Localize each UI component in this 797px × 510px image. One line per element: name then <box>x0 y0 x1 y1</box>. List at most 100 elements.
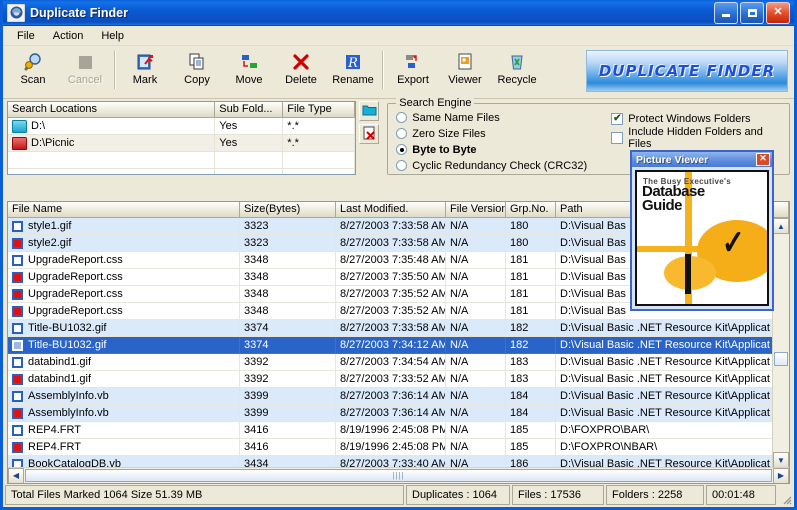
file-name: style1.gif <box>28 220 71 232</box>
toolbar-button-mark[interactable]: Mark <box>119 49 171 86</box>
title-bar: Duplicate Finder ✕ <box>3 0 794 26</box>
checkbox-label: Protect Windows Folders <box>628 113 750 125</box>
file-path: D:\Visual Basic .NET Resource Kit\Applic… <box>556 337 789 354</box>
picture-viewer-window[interactable]: Picture Viewer ✕ ✓ The Busy Executive's … <box>630 150 774 311</box>
search-location-row[interactable]: D:\Picnic Yes *.* <box>8 135 355 152</box>
file-path: D:\FOXPRO\BAR\ <box>556 422 789 439</box>
checkbox-protect-windows-folders[interactable]: ✔ Protect Windows Folders <box>611 111 783 126</box>
file-group-no: 183 <box>506 371 556 388</box>
radio-icon <box>396 112 407 123</box>
toolbar-button-export[interactable]: Export <box>387 49 439 86</box>
column-header-file-type[interactable]: File Type <box>283 102 355 118</box>
mark-icon <box>135 51 155 73</box>
app-logo-text: DUPLICATE FINDER <box>599 62 775 80</box>
radio-same-name-files[interactable]: Same Name Files <box>396 110 611 125</box>
mark-checkbox[interactable] <box>12 391 23 402</box>
mark-checkbox[interactable] <box>12 408 23 419</box>
search-location-row-empty[interactable] <box>8 169 355 175</box>
toolbar-label-move: Move <box>236 74 263 86</box>
viewer-icon <box>455 51 475 73</box>
mark-checkbox[interactable] <box>12 323 23 334</box>
table-row[interactable]: databind1.gif33928/27/2003 7:33:52 AMN/A… <box>8 371 789 388</box>
mark-checkbox[interactable] <box>12 374 23 385</box>
column-header-size[interactable]: Size(Bytes) <box>240 202 336 218</box>
file-name: databind1.gif <box>28 356 91 368</box>
horizontal-scrollbar[interactable]: ◀ |||| ▶ <box>8 467 789 483</box>
picture-viewer-body: ✓ The Busy Executive's Database Guide <box>632 167 772 309</box>
column-header-search-locations[interactable]: Search Locations <box>8 102 215 118</box>
menu-item-file[interactable]: File <box>9 28 43 44</box>
radio-zero-size-files[interactable]: Zero Size Files <box>396 126 611 141</box>
scroll-left-button[interactable]: ◀ <box>8 468 24 484</box>
toolbar-label-recycle: Recycle <box>497 74 536 86</box>
table-row[interactable]: AssemblyInfo.vb33998/27/2003 7:36:14 AMN… <box>8 405 789 422</box>
mark-checkbox[interactable] <box>12 357 23 368</box>
file-group-no: 180 <box>506 218 556 235</box>
file-size: 3323 <box>240 235 336 252</box>
column-header-group-no[interactable]: Grp.No. <box>506 202 556 218</box>
radio-crc32[interactable]: Cyclic Redundancy Check (CRC32) <box>396 158 611 173</box>
vertical-scrollbar[interactable]: ▲ ▼ <box>772 218 789 468</box>
toolbar-button-scan[interactable]: Scan <box>7 49 59 86</box>
toolbar-button-copy[interactable]: Copy <box>171 49 223 86</box>
mark-checkbox[interactable] <box>12 306 23 317</box>
mark-checkbox[interactable] <box>12 442 23 453</box>
vertical-scroll-thumb[interactable] <box>774 352 788 366</box>
menu-item-action[interactable]: Action <box>45 28 92 44</box>
remove-folder-button[interactable] <box>359 124 379 144</box>
horizontal-scroll-thumb[interactable]: |||| <box>25 469 772 482</box>
close-button[interactable]: ✕ <box>766 2 790 24</box>
file-group-no: 182 <box>506 337 556 354</box>
table-row[interactable]: AssemblyInfo.vb33998/27/2003 7:36:14 AMN… <box>8 388 789 405</box>
table-row[interactable]: REP4.FRT34168/19/1996 2:45:08 PMN/A185D:… <box>8 422 789 439</box>
column-header-sub-folders[interactable]: Sub Fold... <box>215 102 283 118</box>
toolbar-button-rename[interactable]: R Rename <box>327 49 379 86</box>
empty-cell <box>8 169 215 175</box>
column-header-file-name[interactable]: File Name <box>8 202 240 218</box>
file-modified: 8/27/2003 7:33:58 AM <box>336 235 446 252</box>
mark-checkbox[interactable] <box>12 289 23 300</box>
file-modified: 8/27/2003 7:35:52 AM <box>336 303 446 320</box>
radio-byte-to-byte[interactable]: Byte to Byte <box>396 142 611 157</box>
scroll-right-button[interactable]: ▶ <box>773 468 789 484</box>
mark-checkbox[interactable] <box>12 255 23 266</box>
column-header-last-modified[interactable]: Last Modified. <box>336 202 446 218</box>
scroll-down-button[interactable]: ▼ <box>773 452 789 468</box>
search-location-row-empty[interactable] <box>8 152 355 169</box>
file-version: N/A <box>446 320 506 337</box>
table-row[interactable]: REP4.FRT34168/19/1996 2:45:08 PMN/A185D:… <box>8 439 789 456</box>
file-size: 3348 <box>240 286 336 303</box>
cover-line-3: Guide <box>642 199 682 212</box>
radio-icon <box>396 128 407 139</box>
menu-item-help[interactable]: Help <box>93 28 132 44</box>
mark-checkbox[interactable] <box>12 272 23 283</box>
checkbox-include-hidden[interactable]: Include Hidden Folders and Files <box>611 130 783 145</box>
file-name-cell: databind1.gif <box>8 354 240 371</box>
mark-checkbox[interactable] <box>12 340 23 351</box>
table-row[interactable]: Title-BU1032.gif33748/27/2003 7:34:12 AM… <box>8 337 789 354</box>
table-row[interactable]: Title-BU1032.gif33748/27/2003 7:33:58 AM… <box>8 320 789 337</box>
resize-grip-icon[interactable] <box>778 485 792 505</box>
picture-viewer-close-button[interactable]: ✕ <box>756 153 770 166</box>
file-modified: 8/27/2003 7:34:54 AM <box>336 354 446 371</box>
menu-bar: File Action Help <box>3 26 794 46</box>
mark-checkbox[interactable] <box>12 425 23 436</box>
scroll-up-button[interactable]: ▲ <box>773 218 789 234</box>
toolbar-button-delete[interactable]: Delete <box>275 49 327 86</box>
column-header-file-version[interactable]: File Version <box>446 202 506 218</box>
add-folder-button[interactable] <box>359 101 379 121</box>
toolbar-button-viewer[interactable]: Viewer <box>439 49 491 86</box>
table-row[interactable]: databind1.gif33928/27/2003 7:34:54 AMN/A… <box>8 354 789 371</box>
minimize-button[interactable] <box>714 2 738 24</box>
search-location-row[interactable]: D:\ Yes *.* <box>8 118 355 135</box>
toolbar-button-cancel[interactable]: Cancel <box>59 49 111 86</box>
toolbar-label-rename: Rename <box>332 74 374 86</box>
search-locations-table[interactable]: Search Locations Sub Fold... File Type D… <box>7 101 356 175</box>
toolbar-button-recycle[interactable]: Recycle <box>491 49 543 86</box>
mark-checkbox[interactable] <box>12 238 23 249</box>
file-name-cell: AssemblyInfo.vb <box>8 388 240 405</box>
file-version: N/A <box>446 218 506 235</box>
toolbar-button-move[interactable]: Move <box>223 49 275 86</box>
mark-checkbox[interactable] <box>12 221 23 232</box>
maximize-button[interactable] <box>740 2 764 24</box>
